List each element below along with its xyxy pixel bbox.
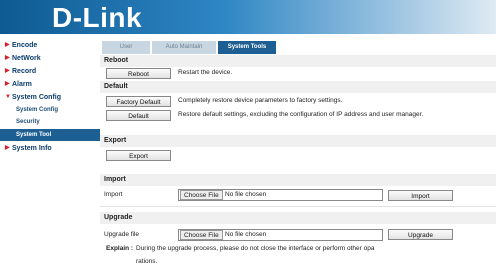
triangle-down-icon: ▼ <box>5 94 11 100</box>
import-button[interactable]: Import <box>388 190 453 201</box>
factory-default-button[interactable]: Factory Default <box>106 96 171 107</box>
triangle-right-icon: ▶ <box>5 81 10 87</box>
import-choose-file-button[interactable]: Choose File <box>180 190 223 200</box>
export-button[interactable]: Export <box>106 150 171 161</box>
sidebar-item-label: System Info <box>12 145 52 152</box>
sidebar-item-system-info[interactable]: ▶ System Info <box>0 142 100 155</box>
divider <box>100 206 496 207</box>
sidebar-item-record[interactable]: ▶ Record <box>0 65 100 78</box>
reboot-description: Restart the device. <box>178 69 233 76</box>
section-title: Default <box>104 83 128 90</box>
triangle-right-icon: ▶ <box>5 55 10 61</box>
sidebar-item-label: Alarm <box>12 81 32 88</box>
import-label: Import <box>104 191 123 198</box>
dlink-logo: D-Link <box>52 2 143 33</box>
section-title: Upgrade <box>104 214 133 221</box>
sidebar-item-label: System Config <box>12 94 62 101</box>
sidebar-subitem-system-tool[interactable]: System Tool <box>0 129 100 141</box>
tab-system-tools[interactable]: System Tools <box>218 41 276 54</box>
triangle-right-icon: ▶ <box>5 42 10 48</box>
section-title: Reboot <box>104 57 129 64</box>
sidebar-item-label: Encode <box>12 42 38 49</box>
upgrade-choose-file-button[interactable]: Choose File <box>180 230 223 240</box>
sidebar-subitem-label: System Config <box>16 107 59 113</box>
section-import: Import <box>100 174 496 186</box>
sidebar-subitem-label: Security <box>16 119 40 125</box>
sidebar-item-system-config[interactable]: ▼ System Config <box>0 91 100 104</box>
default-description: Restore default settings, excluding the … <box>178 111 424 118</box>
upgrade-button[interactable]: Upgrade <box>388 229 453 240</box>
upgrade-file-status: No file chosen <box>225 231 267 238</box>
explain-text: During the upgrade process, please do no… <box>136 245 375 252</box>
sidebar-item-label: Record <box>12 68 37 75</box>
factory-default-description: Completely restore device parameters to … <box>178 97 343 104</box>
section-title: Import <box>104 176 126 183</box>
triangle-right-icon: ▶ <box>5 68 10 74</box>
sidebar-subitem-system-config[interactable]: System Config <box>0 104 100 116</box>
default-button[interactable]: Default <box>106 110 171 121</box>
sidebar-item-encode[interactable]: ▶ Encode <box>0 39 100 52</box>
reboot-button[interactable]: Reboot <box>106 68 171 79</box>
sidebar: ▶ Encode ▶ NetWork ▶ Record ▶ Alarm ▼ Sy… <box>0 34 100 270</box>
tab-user[interactable]: User <box>102 41 150 54</box>
tab-auto-maintain[interactable]: Auto Maintain <box>152 41 216 54</box>
section-default: Default <box>100 81 496 93</box>
section-export: Export <box>100 135 496 147</box>
sidebar-item-alarm[interactable]: ▶ Alarm <box>0 78 100 91</box>
import-file-status: No file chosen <box>225 191 267 198</box>
upgrade-file-input[interactable]: Choose File No file chosen <box>178 229 383 241</box>
section-reboot: Reboot <box>100 55 496 67</box>
upgrade-file-label: Upgrade file <box>104 231 140 238</box>
explain-label: Explain : <box>106 245 134 252</box>
main-content: User Auto Maintain System Tools Reboot R… <box>100 34 496 270</box>
triangle-right-icon: ▶ <box>5 145 10 151</box>
sidebar-subitem-label: System Tool <box>16 132 52 138</box>
import-file-input[interactable]: Choose File No file chosen <box>178 189 383 201</box>
sidebar-item-network[interactable]: ▶ NetWork <box>0 52 100 65</box>
explain-text-continued: rations. <box>136 258 158 265</box>
sidebar-subitem-security[interactable]: Security <box>0 116 100 128</box>
tab-bar: User Auto Maintain System Tools <box>100 41 496 54</box>
section-upgrade: Upgrade <box>100 212 496 224</box>
sidebar-item-label: NetWork <box>12 55 41 62</box>
header-banner: D-Link <box>0 0 496 34</box>
section-title: Export <box>104 137 127 144</box>
